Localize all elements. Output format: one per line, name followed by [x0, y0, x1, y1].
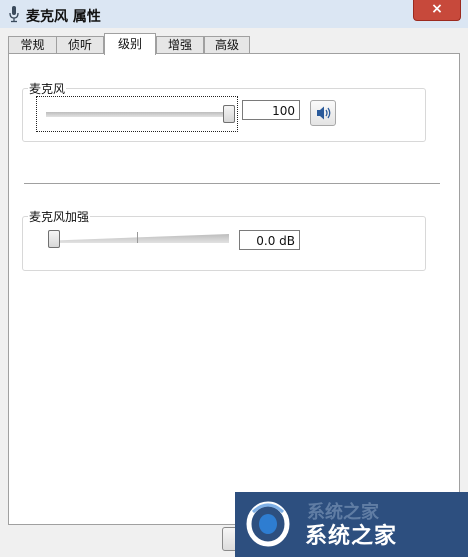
watermark: 系统之家 系统之家: [235, 492, 468, 557]
properties-window: 麦克风 属性 × 常规 侦听 级别 增强 高级 麦克风 100 麦克风加强 0.…: [0, 0, 468, 557]
tab-listen[interactable]: 侦听: [56, 36, 104, 54]
microphone-slider-thumb[interactable]: [223, 105, 235, 123]
boost-slider[interactable]: [44, 226, 229, 248]
title-bar: 麦克风 属性 ×: [0, 0, 468, 28]
boost-slider-tick: [137, 232, 138, 243]
section-divider: [24, 183, 440, 184]
microphone-icon: [9, 6, 19, 23]
boost-slider-track: [48, 234, 229, 243]
logo-icon: [246, 501, 290, 547]
mute-toggle-button[interactable]: [310, 100, 336, 126]
levels-panel: 麦克风 100 麦克风加强 0.0 dB: [8, 53, 460, 525]
tab-enhancements[interactable]: 增强: [156, 36, 204, 54]
boost-value-field[interactable]: 0.0 dB: [239, 230, 300, 250]
window-title: 麦克风 属性: [26, 9, 101, 25]
close-button[interactable]: ×: [413, 0, 461, 21]
close-icon: ×: [431, 1, 443, 17]
microphone-label: 麦克风: [28, 80, 67, 97]
speaker-icon: [317, 106, 331, 120]
boost-label: 麦克风加强: [28, 208, 91, 225]
microphone-value-field[interactable]: 100: [242, 100, 300, 120]
tab-general[interactable]: 常规: [8, 36, 57, 54]
tab-advanced[interactable]: 高级: [204, 36, 250, 54]
microphone-slider[interactable]: [36, 96, 238, 132]
tab-levels[interactable]: 级别: [104, 33, 156, 55]
watermark-text: 系统之家: [305, 524, 398, 549]
boost-slider-thumb[interactable]: [48, 230, 60, 248]
microphone-slider-track: [46, 112, 226, 117]
